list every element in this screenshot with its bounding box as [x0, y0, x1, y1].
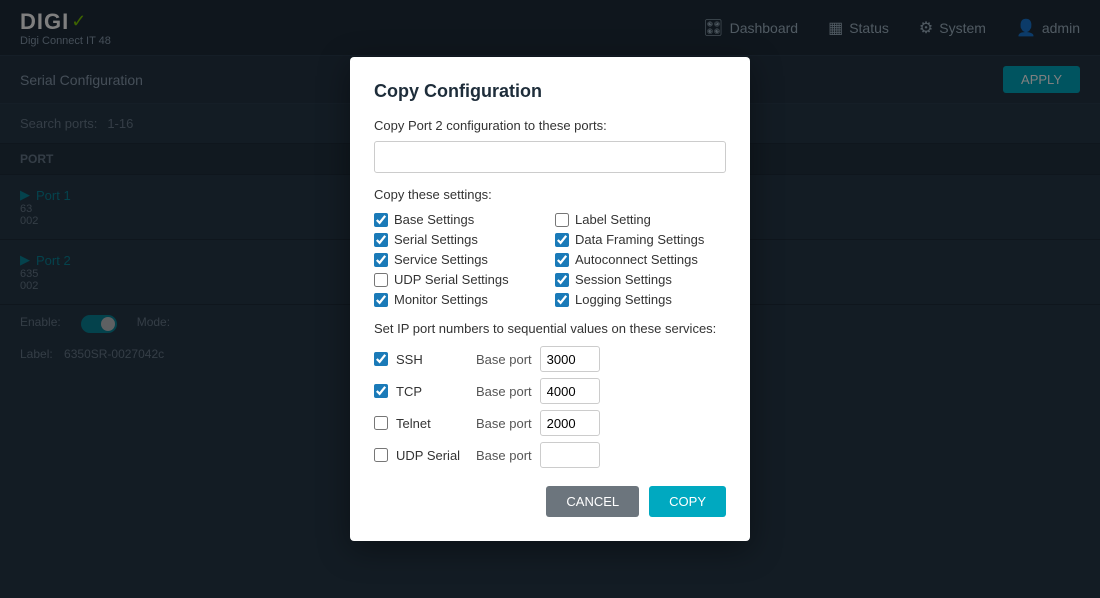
checkbox-service-label: Service Settings [394, 252, 488, 267]
base-port-label-ssh: Base port [476, 352, 532, 367]
checkbox-autoconnect-settings[interactable]: Autoconnect Settings [555, 252, 726, 267]
settings-checkboxes: Base Settings Label Setting Serial Setti… [374, 212, 726, 307]
base-port-label-tcp: Base port [476, 384, 532, 399]
checkbox-base-input[interactable] [374, 213, 388, 227]
checkbox-autoconnect-input[interactable] [555, 253, 569, 267]
base-port-label-telnet: Base port [476, 416, 532, 431]
checkbox-udpserial-settings[interactable]: UDP Serial Settings [374, 272, 545, 287]
modal-footer: CANCEL COPY [374, 486, 726, 517]
service-tcp-label: TCP [396, 384, 468, 399]
checkbox-serial-input[interactable] [374, 233, 388, 247]
udpserial-port-input[interactable] [540, 442, 600, 468]
checkbox-ssh[interactable] [374, 352, 388, 366]
service-ssh-label: SSH [396, 352, 468, 367]
checkbox-logging-input[interactable] [555, 293, 569, 307]
service-telnet-label: Telnet [396, 416, 468, 431]
checkbox-monitor-input[interactable] [374, 293, 388, 307]
checkbox-service-settings[interactable]: Service Settings [374, 252, 545, 267]
checkbox-base-settings[interactable]: Base Settings [374, 212, 545, 227]
copy-button[interactable]: COPY [649, 486, 726, 517]
checkbox-monitor-settings[interactable]: Monitor Settings [374, 292, 545, 307]
settings-label: Copy these settings: [374, 187, 726, 202]
tcp-port-input[interactable] [540, 378, 600, 404]
checkbox-tcp[interactable] [374, 384, 388, 398]
service-row-tcp: TCP Base port [374, 378, 726, 404]
checkbox-dataframing-settings[interactable]: Data Framing Settings [555, 232, 726, 247]
telnet-port-input[interactable] [540, 410, 600, 436]
base-port-label-udpserial: Base port [476, 448, 532, 463]
checkbox-monitor-label: Monitor Settings [394, 292, 488, 307]
checkbox-telnet[interactable] [374, 416, 388, 430]
checkbox-base-label: Base Settings [394, 212, 474, 227]
checkbox-serial-label: Serial Settings [394, 232, 478, 247]
checkbox-serial-settings[interactable]: Serial Settings [374, 232, 545, 247]
checkbox-udpserial-input[interactable] [374, 273, 388, 287]
checkbox-session-input[interactable] [555, 273, 569, 287]
service-udpserial-label: UDP Serial [396, 448, 468, 463]
checkbox-dataframing-input[interactable] [555, 233, 569, 247]
checkbox-session-settings[interactable]: Session Settings [555, 272, 726, 287]
checkbox-logging-label: Logging Settings [575, 292, 672, 307]
service-port-rows: SSH Base port TCP Base port Telnet Base … [374, 346, 726, 468]
checkbox-label-input[interactable] [555, 213, 569, 227]
copy-config-modal: Copy Configuration Copy Port 2 configura… [350, 57, 750, 541]
ip-section-label: Set IP port numbers to sequential values… [374, 321, 726, 336]
service-row-telnet: Telnet Base port [374, 410, 726, 436]
checkbox-label-setting[interactable]: Label Setting [555, 212, 726, 227]
service-row-ssh: SSH Base port [374, 346, 726, 372]
ssh-port-input[interactable] [540, 346, 600, 372]
ports-input[interactable] [374, 141, 726, 173]
checkbox-dataframing-label: Data Framing Settings [575, 232, 704, 247]
checkbox-session-label: Session Settings [575, 272, 672, 287]
modal-title: Copy Configuration [374, 81, 726, 102]
cancel-button[interactable]: CANCEL [546, 486, 639, 517]
checkbox-udpserial-label: UDP Serial Settings [394, 272, 509, 287]
checkbox-service-input[interactable] [374, 253, 388, 267]
checkbox-label-label: Label Setting [575, 212, 651, 227]
checkbox-autoconnect-label: Autoconnect Settings [575, 252, 698, 267]
checkbox-logging-settings[interactable]: Logging Settings [555, 292, 726, 307]
checkbox-udpserial2[interactable] [374, 448, 388, 462]
service-row-udpserial: UDP Serial Base port [374, 442, 726, 468]
modal-subtitle: Copy Port 2 configuration to these ports… [374, 118, 726, 133]
modal-overlay: Copy Configuration Copy Port 2 configura… [0, 0, 1100, 598]
